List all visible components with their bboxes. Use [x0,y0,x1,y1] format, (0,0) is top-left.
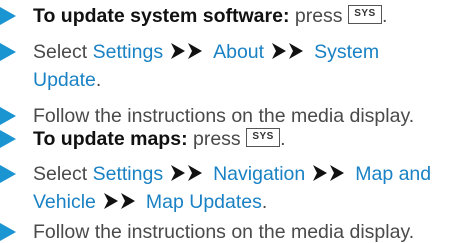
menu-path-update: Update [33,69,96,91]
step-arrow-icon [0,7,16,25]
step-heading: To update maps: [33,128,188,150]
menu-path-navigation: Navigation [213,163,306,185]
sys-key-icon: SYS [246,128,281,148]
menu-path-vehicle: Vehicle [33,191,96,213]
step-arrow-icon [0,107,16,125]
step-text: press [294,5,343,27]
menu-path-settings: Settings [92,41,164,63]
menu-path-map-updates: Map Updates [145,191,262,213]
step-arrow-icon [0,165,16,183]
step-heading: To update system software: [33,5,290,27]
menu-path-about: About [213,41,265,63]
step-text: press [192,128,241,150]
double-arrow-icon [103,192,138,209]
double-arrow-icon [171,42,205,59]
step-text: Select [33,41,88,63]
double-arrow-icon [171,164,205,181]
sys-key-icon: SYS [347,5,382,25]
step-text: Follow the instructions on the media dis… [33,221,415,243]
double-arrow-icon [272,42,306,59]
double-arrow-icon [313,164,347,181]
step-text: Select [33,163,88,185]
step-arrow-icon [0,43,16,61]
step-arrow-icon [0,223,16,241]
menu-path-settings: Settings [92,163,164,185]
menu-path-system: System [314,41,380,63]
step-arrow-icon [0,130,16,148]
menu-path-map-and: Map and [355,163,432,185]
instruction-page: To update system software: press SYS. Se… [0,0,454,243]
